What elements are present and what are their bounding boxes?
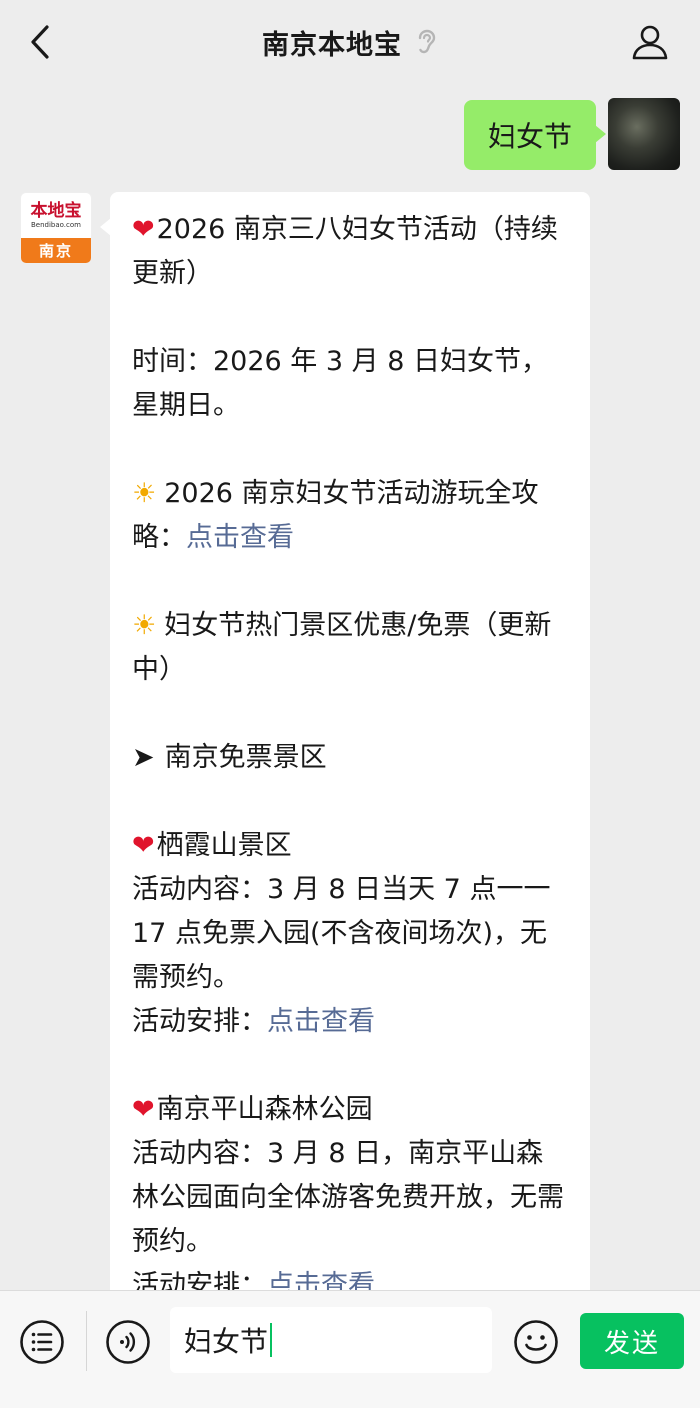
spot2-name-text: 南京平山森林公园 <box>156 1094 373 1125</box>
avatar-city-label: 南京 <box>21 237 91 263</box>
user-avatar[interactable] <box>608 98 680 170</box>
received-message-row: 本地宝 Bendibao.com 南京 ❤2026 南京三八妇女节活动（持续更新… <box>20 192 590 1290</box>
person-icon <box>632 25 668 60</box>
message-heading: ❤2026 南京三八妇女节活动（持续更新） <box>132 208 570 296</box>
sent-message-bubble[interactable]: 妇女节 <box>463 100 607 170</box>
heart-icon: ❤ <box>132 1094 155 1125</box>
hot-title-text: 妇女节热门景区优惠/免票（更新中） <box>132 610 552 685</box>
chat-area[interactable]: 妇女节 本地宝 Bendibao.com 南京 ❤2026 南京三八妇女节活动（… <box>0 84 700 1290</box>
sun-icon: ☀ <box>132 478 157 509</box>
avatar-logo-text: 本地宝 <box>30 200 82 221</box>
avatar-logo-subtext: Bendibao.com <box>30 220 81 229</box>
text-caret <box>270 1323 273 1357</box>
back-button[interactable] <box>22 22 58 62</box>
bot-avatar[interactable]: 本地宝 Bendibao.com 南京 <box>20 192 92 264</box>
ear-icon <box>416 29 438 55</box>
profile-button[interactable] <box>628 20 672 64</box>
message-free-section: ➤ 南京免票景区 <box>132 736 570 780</box>
spot1-name: ❤栖霞山景区 <box>132 824 570 868</box>
heading-text: 2026 南京三八妇女节活动（持续更新） <box>132 214 558 289</box>
title-group: 南京本地宝 <box>262 23 438 62</box>
message-guide: ☀ 2026 南京妇女节活动游玩全攻略：点击查看 <box>132 472 570 560</box>
spot2-arrange-label: 活动安排： <box>132 1270 267 1290</box>
message-hot-title: ☀ 妇女节热门景区优惠/免票（更新中） <box>132 604 570 692</box>
emoji-button[interactable] <box>512 1318 560 1366</box>
spot2-arrangement: 活动安排：点击查看 <box>132 1264 570 1290</box>
message-input[interactable]: 妇女节 <box>170 1307 492 1373</box>
spot2-arrange-link[interactable]: 点击查看 <box>267 1270 375 1290</box>
spot2-name: ❤南京平山森林公园 <box>132 1088 570 1132</box>
service-menu-button[interactable] <box>18 1318 66 1366</box>
guide-link[interactable]: 点击查看 <box>186 522 294 553</box>
top-bar: 南京本地宝 <box>0 0 700 84</box>
spot1-content: 活动内容：3 月 8 日当天 7 点一一 17 点免票入园(不含夜间场次)，无需… <box>132 874 551 993</box>
message-time: 时间：2026 年 3 月 8 日妇女节，星期日。 <box>132 346 548 421</box>
spot2-content: 活动内容：3 月 8 日，南京平山森林公园面向全体游客免费开放，无需预约。 <box>132 1138 564 1257</box>
voice-button[interactable] <box>104 1318 152 1366</box>
avatar-logo: 本地宝 Bendibao.com <box>21 193 91 238</box>
heart-icon: ❤ <box>132 214 155 245</box>
spot1-arrange-link[interactable]: 点击查看 <box>267 1006 375 1037</box>
chat-title: 南京本地宝 <box>262 29 402 61</box>
send-button[interactable]: 发送 <box>580 1313 684 1369</box>
free-section-text: 南京免票景区 <box>164 742 327 773</box>
heart-icon: ❤ <box>132 830 155 861</box>
spot1-arrange-label: 活动安排： <box>132 1006 267 1037</box>
input-divider <box>86 1311 87 1371</box>
sent-message-row: 妇女节 <box>463 98 680 170</box>
arrow-right-icon: ➤ <box>132 742 155 773</box>
list-menu-icon <box>20 1320 64 1364</box>
voice-icon <box>106 1320 150 1364</box>
message-input-value: 妇女节 <box>184 1325 269 1358</box>
spot1-arrangement: 活动安排：点击查看 <box>132 1000 570 1044</box>
spot1-name-text: 栖霞山景区 <box>156 830 292 861</box>
received-message-bubble[interactable]: ❤2026 南京三八妇女节活动（持续更新） 时间：2026 年 3 月 8 日妇… <box>100 192 590 1290</box>
emoji-icon <box>514 1320 558 1364</box>
input-bar: 妇女节 发送 <box>0 1290 700 1408</box>
chevron-left-icon <box>31 25 49 59</box>
sun-icon: ☀ <box>132 610 157 641</box>
